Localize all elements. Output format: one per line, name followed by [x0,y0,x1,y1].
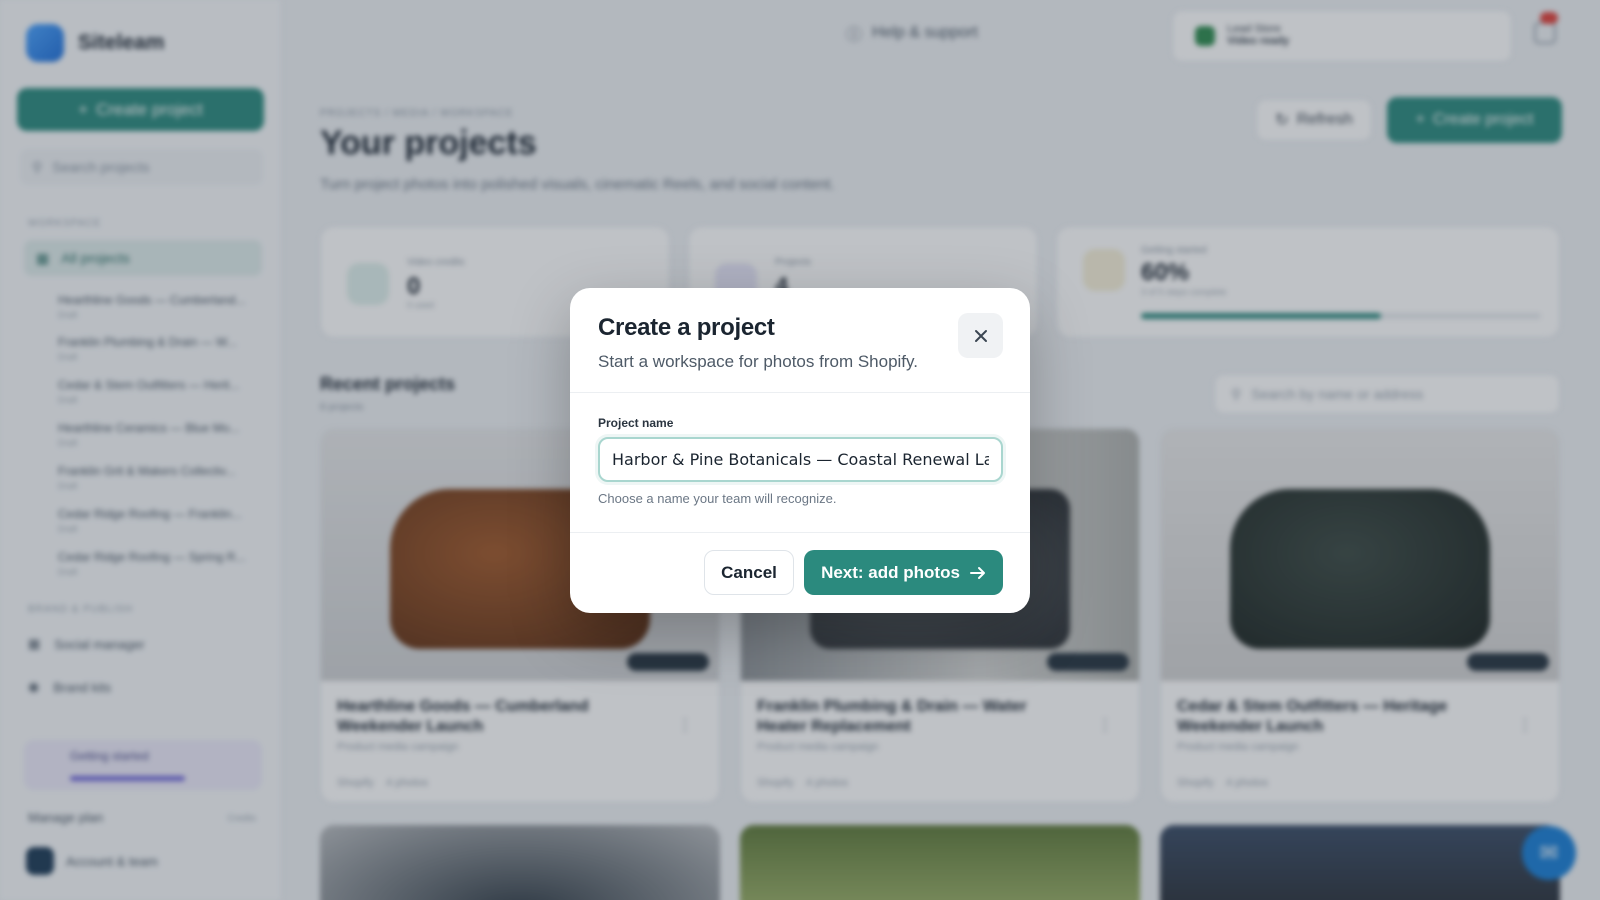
next-button-label: Next: add photos [821,562,960,582]
divider [570,532,1030,533]
close-icon [974,329,987,342]
project-name-help: Choose a name your team will recognize. [598,491,837,506]
dialog-subtitle: Start a workspace for photos from Shopif… [598,352,918,371]
create-project-dialog: Create a project Start a workspace for p… [570,288,1030,613]
arrow-right-icon [969,566,985,579]
dialog-title: Create a project [598,314,775,341]
project-name-label: Project name [598,416,674,430]
cancel-button[interactable]: Cancel [704,550,794,595]
next-add-photos-button[interactable]: Next: add photos [804,550,1003,595]
divider [570,392,1030,393]
project-name-input[interactable] [598,437,1003,482]
close-button[interactable] [958,313,1003,358]
